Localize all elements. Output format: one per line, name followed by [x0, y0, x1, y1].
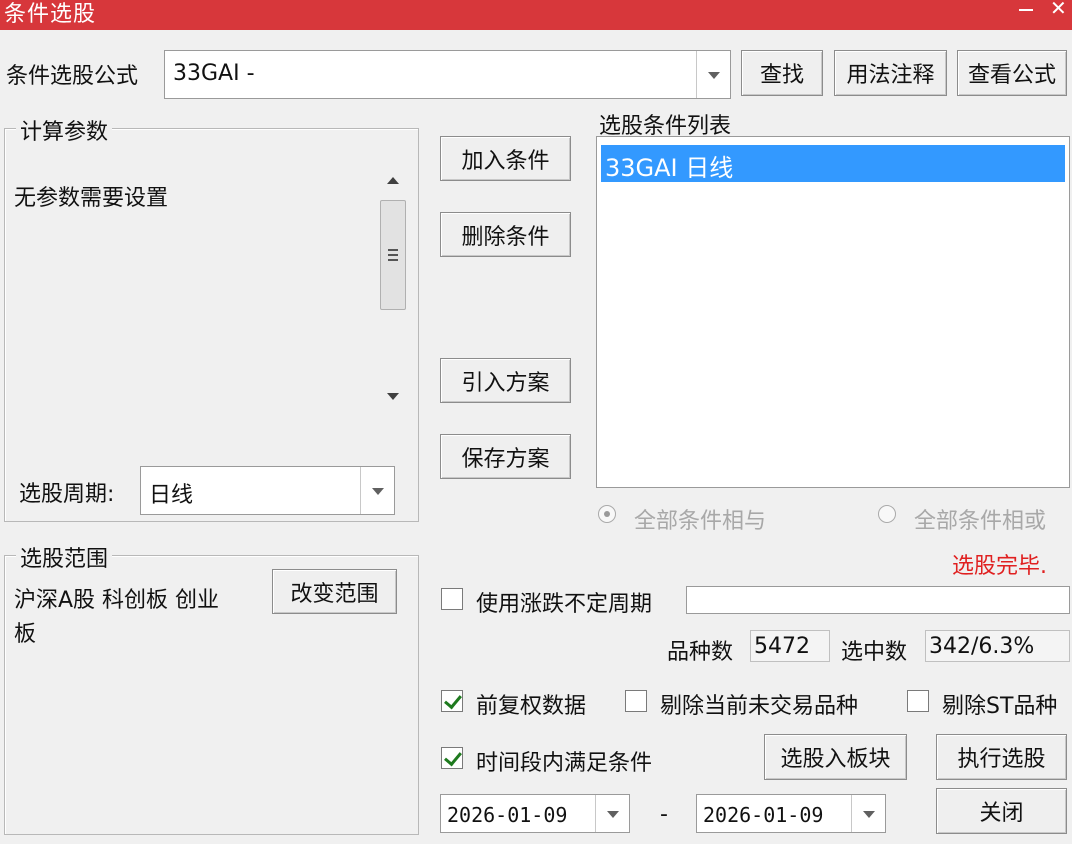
scope-text-line2: 板	[14, 622, 37, 647]
start-date-picker[interactable]: 2026-01-09	[440, 794, 630, 833]
end-date-picker[interactable]: 2026-01-09	[696, 794, 886, 833]
variable-period-checkbox[interactable]	[441, 588, 463, 610]
variety-count-box: 5472	[750, 630, 830, 662]
grip-icon	[388, 249, 398, 251]
execute-button[interactable]: 执行选股	[936, 734, 1067, 780]
condition-item-label: 33GAI 日线	[605, 154, 734, 182]
selected-count-box: 342/6.3%	[925, 630, 1070, 662]
selected-count-label: 选中数	[841, 640, 908, 665]
usage-button[interactable]: 用法注释	[834, 50, 947, 96]
chevron-down-icon[interactable]	[696, 51, 730, 98]
exclude-st-checkbox[interactable]	[907, 690, 929, 712]
time-range-label: 时间段内满足条件	[476, 751, 653, 776]
end-date-value: 2026-01-09	[703, 803, 824, 827]
view-formula-button[interactable]: 查看公式	[957, 50, 1067, 96]
delete-condition-button[interactable]: 删除条件	[440, 212, 571, 257]
scope-group-title: 选股范围	[16, 541, 113, 573]
close-icon[interactable]: ✕	[1050, 0, 1072, 18]
time-range-checkbox[interactable]	[441, 747, 463, 769]
title-bar: 条件选股 ✕	[0, 0, 1072, 30]
exclude-st-label: 剔除ST品种	[942, 694, 1058, 719]
import-plan-button[interactable]: 引入方案	[440, 358, 571, 403]
period-combobox[interactable]: 日线	[140, 466, 395, 515]
params-group-title: 计算参数	[16, 114, 113, 146]
radio-and[interactable]	[598, 505, 616, 523]
scroll-up-icon[interactable]	[387, 177, 399, 184]
params-scrollbar[interactable]	[378, 165, 408, 411]
formula-label: 条件选股公式	[6, 64, 139, 89]
formula-combobox[interactable]: 33GAI -	[164, 50, 731, 99]
selected-count-value: 342/6.3%	[929, 634, 1035, 659]
exclude-untraded-label: 剔除当前未交易品种	[660, 694, 859, 719]
close-button[interactable]: 关闭	[936, 788, 1067, 834]
variable-period-label: 使用涨跌不定周期	[476, 592, 653, 617]
conditions-list[interactable]: 33GAI 日线	[596, 136, 1070, 488]
radio-or-label: 全部条件相或	[914, 509, 1047, 534]
chevron-down-icon[interactable]	[360, 467, 394, 514]
radio-or[interactable]	[878, 505, 896, 523]
period-value: 日线	[149, 483, 194, 508]
calendar-dropdown-icon[interactable]	[851, 795, 885, 832]
to-block-button[interactable]: 选股入板块	[764, 734, 907, 780]
period-label: 选股周期:	[19, 482, 115, 507]
scroll-down-icon[interactable]	[387, 393, 399, 400]
find-button[interactable]: 查找	[741, 50, 823, 96]
calendar-dropdown-icon[interactable]	[595, 795, 629, 832]
fq-checkbox[interactable]	[441, 690, 463, 712]
variable-period-input[interactable]	[686, 586, 1070, 614]
status-text: 选股完毕.	[952, 554, 1047, 579]
window-title: 条件选股	[4, 2, 97, 27]
date-separator: -	[660, 802, 668, 827]
change-scope-button[interactable]: 改变范围	[272, 569, 397, 614]
scrollbar-thumb[interactable]	[380, 200, 406, 310]
add-condition-button[interactable]: 加入条件	[440, 136, 571, 181]
minimize-icon[interactable]	[1016, 0, 1040, 17]
variety-count-label: 品种数	[667, 640, 734, 665]
radio-and-label: 全部条件相与	[634, 509, 767, 534]
condition-list-item[interactable]: 33GAI 日线	[601, 145, 1065, 182]
formula-value: 33GAI -	[173, 61, 255, 86]
exclude-untraded-checkbox[interactable]	[625, 690, 647, 712]
save-plan-button[interactable]: 保存方案	[440, 434, 571, 479]
fq-label: 前复权数据	[476, 694, 587, 719]
scope-text-line1: 沪深A股 科创板 创业	[14, 588, 220, 613]
params-message: 无参数需要设置	[14, 186, 169, 211]
variety-count-value: 5472	[754, 634, 810, 659]
start-date-value: 2026-01-09	[447, 803, 568, 827]
